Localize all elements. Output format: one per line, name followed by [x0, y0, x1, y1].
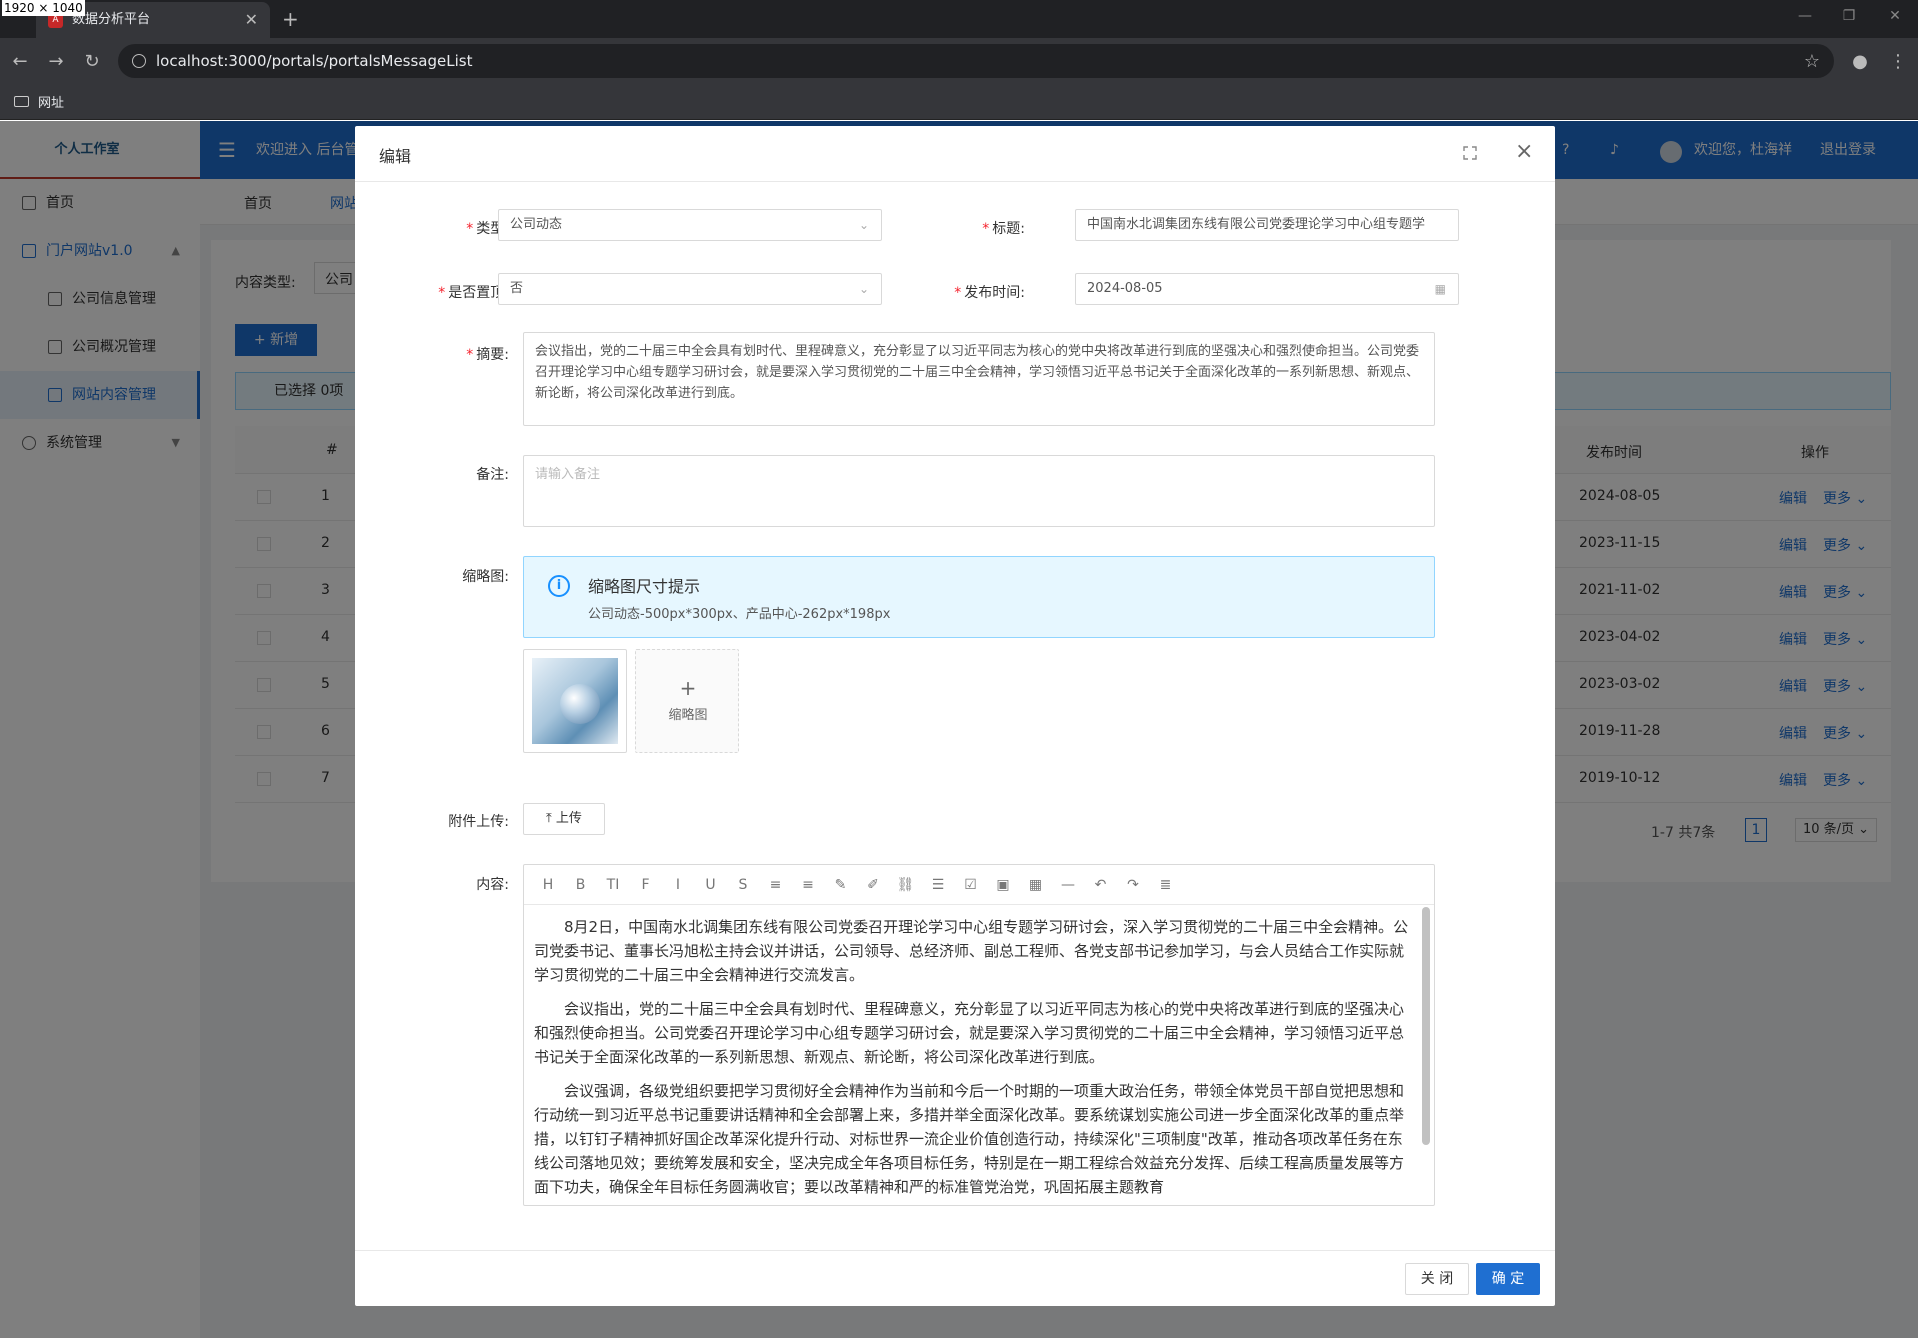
editor-content[interactable]: 8月2日，中国南水北调集团东线有限公司党委召开理论学习中心组专题学习研讨会，深入… — [524, 905, 1420, 1205]
plus-icon: + — [679, 676, 697, 700]
modal-footer — [355, 1250, 1555, 1306]
editor-paragraph: 会议指出，党的二十届三中全会具有划时代、里程碑意义，充分彰显了以习近平同志为核心… — [534, 1000, 1405, 1066]
ok-button[interactable]: 确 定 — [1476, 1263, 1540, 1295]
thumb-label: 缩略图: — [462, 569, 509, 585]
add-thumbnail-button[interactable]: + 缩略图 — [635, 649, 739, 753]
pin-select[interactable]: 否 ⌄ — [498, 273, 882, 305]
info-icon: i — [548, 575, 570, 597]
reload-icon[interactable]: ↻ — [78, 48, 106, 76]
minimize-icon[interactable]: — — [1790, 8, 1820, 24]
close-icon[interactable]: × — [1515, 140, 1533, 164]
editor-paragraph: 8月2日，中国南水北调集团东线有限公司党委召开理论学习中心组专题学习研讨会，深入… — [534, 918, 1409, 984]
back-icon[interactable]: ← — [6, 48, 34, 76]
brush-icon[interactable]: ✐ — [863, 875, 883, 895]
bookmark-star-icon[interactable]: ☆ — [1798, 48, 1826, 76]
bookmarks-bar: 网址 — [0, 84, 1918, 120]
dimensions-label: 1920 × 1040 — [2, 0, 85, 16]
divider-icon[interactable]: — — [1058, 875, 1078, 895]
upload-button[interactable]: ⤒ 上传 — [523, 803, 605, 835]
chevron-down-icon: ⌄ — [858, 282, 869, 296]
remark-textarea[interactable]: 请输入备注 — [523, 455, 1435, 527]
title-label: * 标题: — [982, 221, 1025, 237]
font-family-icon[interactable]: F — [636, 875, 656, 895]
publish-date-input[interactable]: 2024-08-05 ▦ — [1075, 273, 1459, 305]
window-close-icon[interactable]: ✕ — [1880, 8, 1910, 24]
modal-header — [355, 126, 1555, 182]
url-text: localhost:3000/portals/portalsMessageLis… — [156, 52, 473, 70]
close-button[interactable]: 关 闭 — [1405, 1263, 1469, 1295]
type-select[interactable]: 公司动态 ⌄ — [498, 209, 882, 241]
table-icon[interactable]: ▦ — [1026, 875, 1046, 895]
title-input[interactable]: 中国南水北调集团东线有限公司党委理论学习中心组专题学 — [1075, 209, 1459, 241]
highlight-icon[interactable]: ✎ — [831, 875, 851, 895]
justify-icon[interactable]: ≣ — [1156, 875, 1176, 895]
rich-text-editor[interactable]: H B TI F I U S ≡ ≡ ✎ ✐ ⛓ ☰ ☑ ▣ ▦ — ↶ ↷ ≣ 8月2日，中国南水北调集团东线有限公… — [523, 864, 1435, 1206]
italic-icon[interactable]: I — [668, 875, 688, 895]
browser-menu-icon[interactable]: ⋮ — [1884, 48, 1912, 76]
profile-icon[interactable]: ● — [1846, 48, 1874, 76]
strikethrough-icon[interactable]: S — [733, 875, 753, 895]
publish-label: * 发布时间: — [954, 285, 1025, 301]
editor-paragraph: 会议强调，各级党组织要把学习贯彻好全会精神作为当前和今后一个时期的一项重大政治任… — [534, 1082, 1405, 1196]
font-size-icon[interactable]: TI — [603, 875, 623, 895]
title-value: 中国南水北调集团东线有限公司党委理论学习中心组专题学 — [1087, 217, 1426, 232]
fullscreen-icon[interactable] — [1463, 146, 1477, 160]
redo-icon[interactable]: ↷ — [1123, 875, 1143, 895]
new-tab-button[interactable]: + — [282, 6, 299, 32]
restore-icon[interactable]: ❐ — [1834, 8, 1864, 24]
chevron-down-icon: ⌄ — [858, 218, 869, 232]
tab-close-icon[interactable]: ✕ — [245, 2, 258, 38]
editor-scrollbar[interactable] — [1422, 907, 1430, 1145]
summary-textarea[interactable]: 会议指出，党的二十届三中全会具有划时代、里程碑意义，充分彰显了以习近平同志为核心… — [523, 332, 1435, 426]
heading-icon[interactable]: H — [538, 875, 558, 895]
site-info-icon[interactable] — [132, 54, 146, 68]
underline-icon[interactable]: U — [701, 875, 721, 895]
calendar-icon: ▦ — [1434, 282, 1446, 296]
publish-value: 2024-08-05 — [1087, 281, 1163, 296]
content-label: 内容: — [476, 877, 509, 893]
folder-icon — [14, 96, 29, 107]
pin-value: 否 — [510, 281, 524, 296]
attach-label: 附件上传: — [448, 814, 509, 830]
todo-icon[interactable]: ☑ — [961, 875, 981, 895]
bold-icon[interactable]: B — [571, 875, 591, 895]
type-value: 公司动态 — [510, 217, 563, 232]
tip-title: 缩略图尺寸提示 — [588, 577, 701, 596]
pin-label: * 是否置顶: — [438, 285, 509, 301]
align-icon[interactable]: ≡ — [798, 875, 818, 895]
link-icon[interactable]: ⛓ — [896, 875, 916, 895]
edit-modal: 编辑 × * 类型: 公司动态 ⌄ * 标题: 中国南水北调集团东线有限公司党委理论学… — [355, 126, 1555, 1306]
undo-icon[interactable]: ↶ — [1091, 875, 1111, 895]
indent-icon[interactable]: ≡ — [766, 875, 786, 895]
url-input[interactable]: localhost:3000/portals/portalsMessageLis… — [118, 44, 1834, 78]
list-icon[interactable]: ☰ — [928, 875, 948, 895]
thumbnail-image — [532, 658, 618, 744]
editor-toolbar: H B TI F I U S ≡ ≡ ✎ ✐ ⛓ ☰ ☑ ▣ ▦ — ↶ ↷ ≣ — [524, 865, 1434, 905]
forward-icon[interactable]: → — [42, 48, 70, 76]
summary-label: * 摘要: — [466, 347, 509, 363]
thumbnail-card[interactable] — [523, 649, 627, 753]
thumb-size-alert: i 缩略图尺寸提示 公司动态-500px*300px、产品中心-262px*19… — [523, 556, 1435, 638]
bookmark-folder[interactable]: 网址 — [38, 92, 64, 111]
modal-title: 编辑 — [379, 147, 412, 166]
type-label: * 类型: — [466, 221, 509, 237]
tip-desc: 公司动态-500px*300px、产品中心-262px*198px — [588, 607, 891, 622]
remark-label: 备注: — [476, 467, 509, 483]
image-icon[interactable]: ▣ — [993, 875, 1013, 895]
add-thumbnail-label: 缩略图 — [668, 708, 708, 723]
